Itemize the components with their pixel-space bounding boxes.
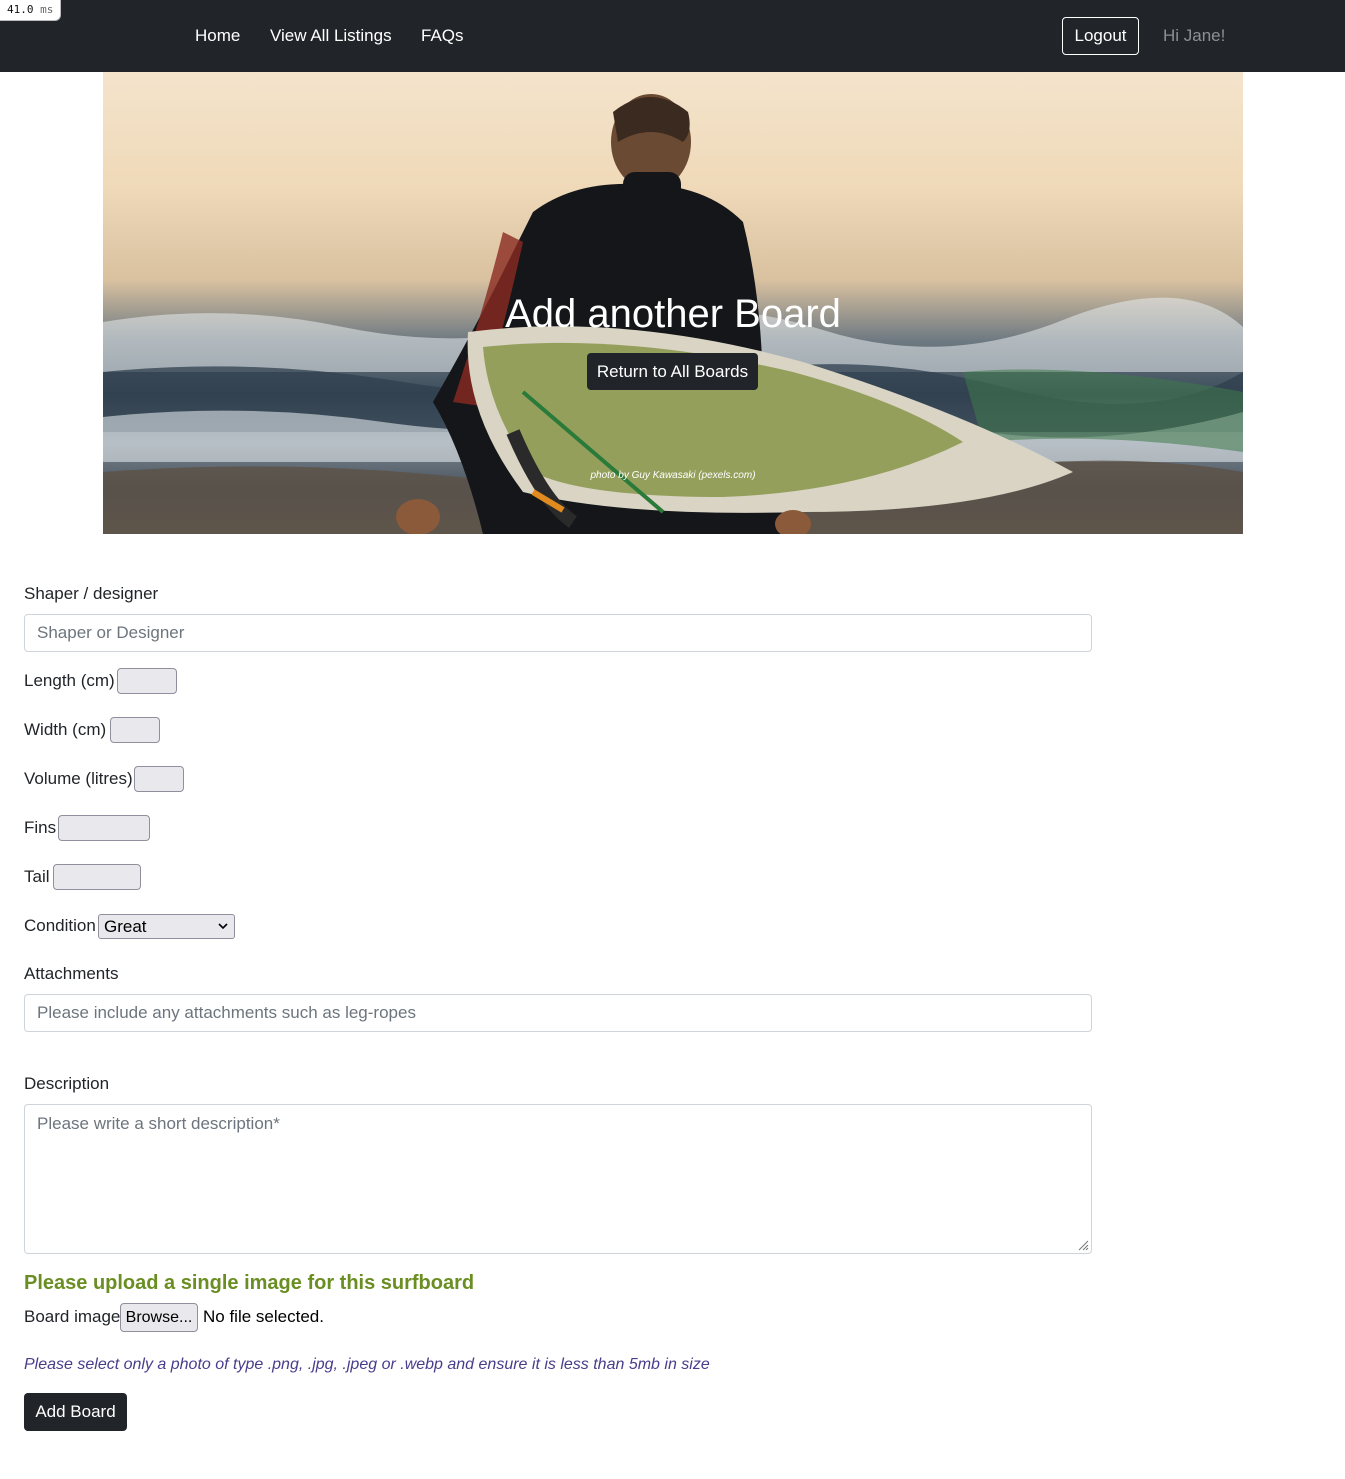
user-greeting: Hi Jane! [1163,26,1226,45]
resize-grip-icon[interactable] [1078,1240,1089,1251]
volume-label: Volume (litres) [24,769,133,788]
fins-input[interactable] [58,815,150,841]
render-time-badge: 41.0 ms [0,0,62,21]
chevron-down-icon [218,915,228,946]
description-textarea[interactable]: Please write a short description* [24,1104,1092,1254]
width-label: Width (cm) [24,720,107,739]
file-type-hint: Please select only a photo of type .png,… [24,1356,710,1373]
hero-banner: Add another Board Return to All Boards p… [103,72,1243,534]
upload-heading: Please upload a single image for this su… [24,1272,475,1294]
condition-label: Condition [24,916,96,935]
attachments-input[interactable] [24,994,1092,1032]
return-to-all-boards-button[interactable]: Return to All Boards [587,353,758,390]
tail-label: Tail [24,867,50,886]
render-time-value: 41.0 [7,3,34,16]
description-placeholder: Please write a short description* [37,1114,280,1133]
tail-input[interactable] [53,864,141,890]
condition-select[interactable]: Great [98,914,235,939]
browse-file-button[interactable]: Browse... [120,1303,198,1332]
photo-credit: photo by Guy Kawasaki (pexels.com) [590,470,756,481]
shaper-input[interactable] [24,614,1092,652]
hero-title: Add another Board [505,292,841,336]
volume-input[interactable] [134,766,184,792]
length-label: Length (cm) [24,671,115,690]
width-input[interactable] [110,717,160,743]
add-board-button[interactable]: Add Board [24,1393,127,1431]
length-input[interactable] [117,668,177,694]
board-image-label: Board image [24,1307,121,1326]
logout-button[interactable]: Logout [1062,17,1139,55]
nav-faqs-link[interactable]: FAQs [421,24,464,48]
render-time-unit: ms [40,3,54,16]
attachments-label: Attachments [24,964,119,983]
nav-home-link[interactable]: Home [195,24,240,48]
shaper-label: Shaper / designer [24,584,159,603]
condition-selected-value: Great [104,917,147,936]
description-label: Description [24,1074,110,1093]
file-status: No file selected. [203,1307,324,1326]
top-navbar: Home View All Listings FAQs Logout Hi Ja… [0,0,1345,72]
fins-label: Fins [24,818,57,837]
nav-listings-link[interactable]: View All Listings [270,24,392,48]
